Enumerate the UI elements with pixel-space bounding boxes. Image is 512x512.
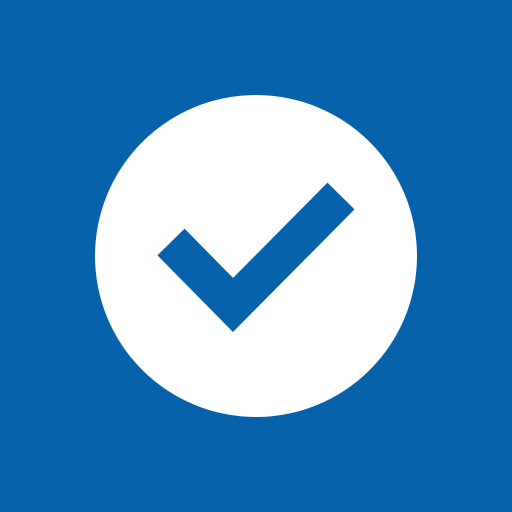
check-circle-icon: [95, 95, 417, 417]
app-icon-tile: [0, 0, 512, 512]
